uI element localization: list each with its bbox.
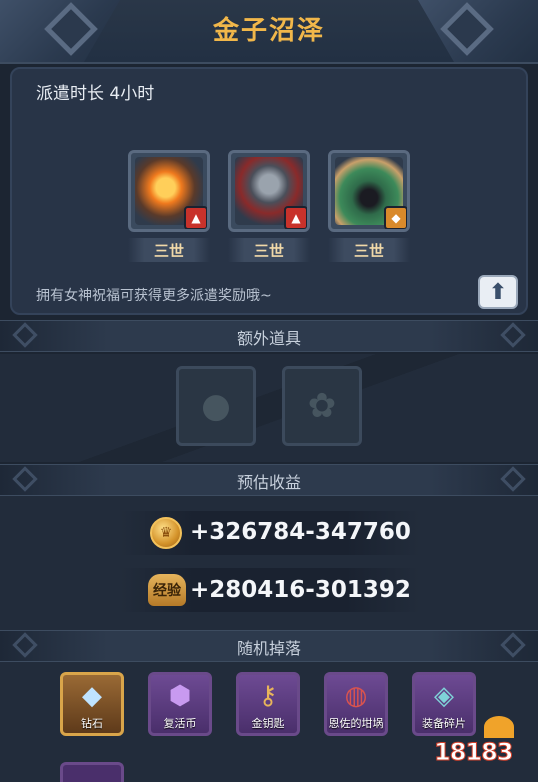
gold-income-value: +326784-347760 xyxy=(190,519,411,545)
blessing-hint: 拥有女神祝福可获得更多派遣奖励哦~ xyxy=(36,288,272,304)
drop-item-label: 金钥匙 xyxy=(251,717,285,730)
exp-income-value: +280416-301392 xyxy=(190,577,411,603)
exp-icon: 经验 xyxy=(148,574,186,606)
gold-key-icon: ⚷ xyxy=(258,681,278,711)
hero-rank: 三世 xyxy=(353,242,384,260)
drop-item[interactable]: ⚷ 金钥匙 xyxy=(236,672,300,736)
hero-card[interactable]: ▲ xyxy=(128,150,210,232)
revive-coin-icon: ⬢ xyxy=(168,681,192,711)
drop-item-label: 复活币 xyxy=(163,717,197,730)
hero-card[interactable]: ◆ xyxy=(328,150,410,232)
section-title-extra: 额外道具 xyxy=(236,329,301,348)
extra-items-area xyxy=(0,354,538,462)
extra-item-slot[interactable]: ● xyxy=(176,366,256,446)
crucible-icon: ◍ xyxy=(344,681,368,711)
diamond-icon: ◆ xyxy=(82,681,102,711)
sun-logo-icon xyxy=(484,716,514,738)
drop-item[interactable]: ◆ 钻石 xyxy=(60,672,124,736)
site-watermark: 18183 xyxy=(434,716,534,776)
watermark-text: 18183 xyxy=(434,738,514,767)
extra-item-slot[interactable]: ✿ xyxy=(282,366,362,446)
drop-item-label: 恩佐的坩埚 xyxy=(328,717,384,730)
drop-item[interactable]: ⬢ 复活币 xyxy=(148,672,212,736)
drop-item[interactable]: ◍ 恩佐的坩埚 xyxy=(324,672,388,736)
locked-leaf-icon: ✿ xyxy=(307,386,337,426)
section-title-income: 预估收益 xyxy=(236,473,301,492)
hero-rank: 三世 xyxy=(253,242,284,260)
drop-item-partial[interactable] xyxy=(60,762,124,782)
section-title-drops: 随机掉落 xyxy=(236,639,301,658)
gold-coin-icon: ♛ xyxy=(150,517,182,549)
dispatch-duration: 派遣时长 4小时 xyxy=(36,84,155,104)
fire-icon: ▲ xyxy=(184,206,207,229)
page-title: 金子沼泽 xyxy=(212,16,325,46)
arrow-up-icon: ⬆ xyxy=(488,279,508,305)
hero-card[interactable]: ▲ xyxy=(228,150,310,232)
earth-icon: ◆ xyxy=(384,206,407,229)
equipment-shard-icon: ◈ xyxy=(434,681,454,711)
drop-item-label: 钻石 xyxy=(81,717,103,730)
hero-rank: 三世 xyxy=(153,242,184,260)
blessing-up-button[interactable]: ⬆ xyxy=(478,275,518,309)
fire-icon: ▲ xyxy=(284,206,307,229)
locked-rune-icon: ● xyxy=(201,386,231,426)
